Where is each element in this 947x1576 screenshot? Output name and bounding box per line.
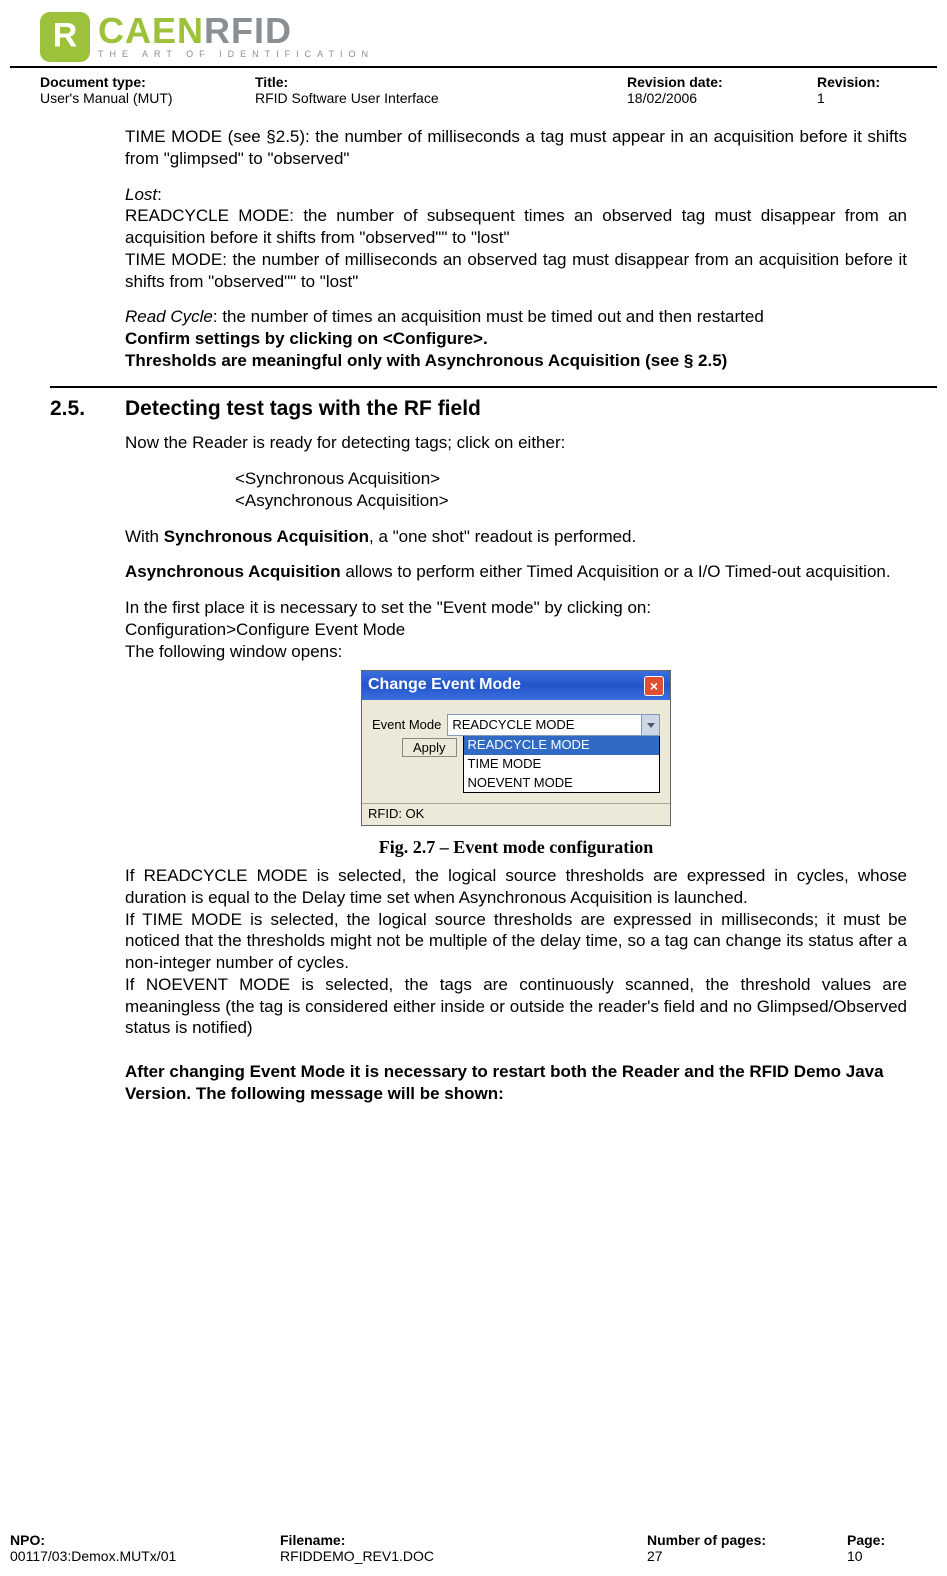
logo-text: CAENRFID THE ART OF IDENTIFICATION [98,15,374,59]
section-heading: 2.5. Detecting test tags with the RF fie… [50,396,907,423]
logo-main: CAEN [98,10,204,51]
paragraph: If NOEVENT MODE is selected, the tags ar… [125,974,907,1039]
paragraph: READCYCLE MODE: the number of subsequent… [125,205,907,249]
footer-row: NPO: 00117/03:Demox.MUTx/01 Filename: RF… [10,1532,907,1564]
paragraph: TIME MODE: the number of milliseconds an… [125,249,907,293]
async-acq-line: <Asynchronous Acquisition> [235,490,907,512]
event-mode-label: Event Mode [372,717,441,734]
logo-icon [40,12,90,62]
paragraph: In the first place it is necessary to se… [125,597,907,619]
paragraph: TIME MODE (see §2.5): the number of mill… [125,126,907,170]
paragraph: Configuration>Configure Event Mode [125,619,907,641]
readcycle-label: Read Cycle [125,307,213,326]
logo-tagline: THE ART OF IDENTIFICATION [98,49,374,59]
doc-type-label: Document type: [40,74,215,90]
apply-button[interactable]: Apply [402,738,457,757]
logo-sub: RFID [204,10,292,51]
rev-value: 1 [817,90,907,106]
section-title: Detecting test tags with the RF field [125,396,481,423]
lost-label: Lost [125,185,157,204]
readcycle-text: : the number of times an acquisition mus… [213,307,764,326]
restart-note: After changing Event Mode it is necessar… [125,1061,907,1105]
page-label: Page: [847,1532,907,1548]
combo-selected: READCYCLE MODE [452,717,574,732]
paragraph: If TIME MODE is selected, the logical so… [125,909,907,974]
page-value: 10 [847,1548,907,1564]
npo-label: NPO: [10,1532,240,1548]
lost-colon: : [157,185,162,204]
pages-value: 27 [647,1548,807,1564]
dialog-titlebar[interactable]: Change Event Mode × [362,671,670,699]
figure-caption: Fig. 2.7 – Event mode configuration [125,836,907,859]
thresholds-line: Thresholds are meaningful only with Asyn… [125,350,907,372]
event-mode-combobox[interactable]: READCYCLE MODE [447,714,660,737]
doc-type-value: User's Manual (MUT) [40,90,215,106]
combo-dropdown-list[interactable]: READCYCLE MODE TIME MODE NOEVENT MODE [463,736,660,793]
section-divider [50,386,937,388]
text: With [125,527,164,546]
paragraph: If READCYCLE MODE is selected, the logic… [125,865,907,909]
paragraph: Now the Reader is ready for detecting ta… [125,432,907,454]
text: allows to perform either Timed Acquisiti… [341,562,891,581]
title-value: RFID Software User Interface [255,90,587,106]
combo-option[interactable]: READCYCLE MODE [464,736,659,755]
doc-meta-row: Document type: User's Manual (MUT) Title… [40,74,907,106]
header-logo-row: CAENRFID THE ART OF IDENTIFICATION [10,12,937,68]
rev-date-label: Revision date: [627,74,777,90]
status-bar: RFID: OK [362,803,670,825]
async-bold: Asynchronous Acquisition [125,562,341,581]
npo-value: 00117/03:Demox.MUTx/01 [10,1548,240,1564]
sync-acq-line: <Synchronous Acquisition> [235,468,907,490]
file-value: RFIDDEMO_REV1.DOC [280,1548,607,1564]
sync-bold: Synchronous Acquisition [164,527,369,546]
combo-option[interactable]: NOEVENT MODE [464,774,659,793]
close-icon[interactable]: × [644,676,664,696]
file-label: Filename: [280,1532,607,1548]
pages-label: Number of pages: [647,1532,807,1548]
dialog-window: Change Event Mode × Event Mode READCYCLE… [361,670,671,826]
title-label: Title: [255,74,587,90]
paragraph: The following window opens: [125,641,907,663]
dialog-title: Change Event Mode [368,675,521,695]
confirm-line: Confirm settings by clicking on <Configu… [125,328,907,350]
figure-event-mode: Change Event Mode × Event Mode READCYCLE… [361,670,671,826]
rev-label: Revision: [817,74,907,90]
section-number: 2.5. [50,396,125,423]
rev-date-value: 18/02/2006 [627,90,777,106]
chevron-down-icon[interactable] [641,715,659,736]
combo-option[interactable]: TIME MODE [464,755,659,774]
text: , a "one shot" readout is performed. [369,527,636,546]
